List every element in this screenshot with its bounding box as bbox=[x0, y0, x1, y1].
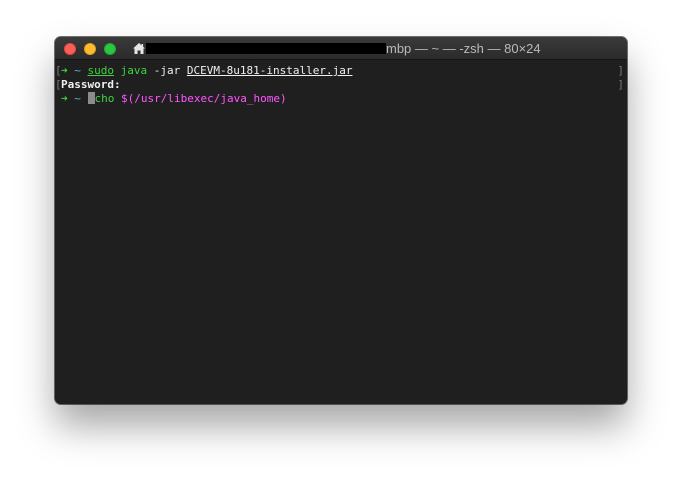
window-titlebar[interactable]: mbp — ~ — -zsh — 80×24 bbox=[55, 37, 627, 60]
prompt-arrow: ➜ bbox=[61, 92, 68, 105]
command-java: java bbox=[120, 64, 148, 77]
prompt-directory: ~ bbox=[74, 92, 81, 105]
terminal-line-1: [ ➜ ~ sudo java -jar DCEVM-8u181-install… bbox=[55, 64, 627, 78]
terminal-line-3[interactable]: ➜ ~ cho $(/usr/libexec/java_home) bbox=[55, 92, 627, 106]
window-title: mbp — ~ — -zsh — 80×24 bbox=[386, 41, 541, 56]
prompt-directory: ~ bbox=[74, 64, 81, 77]
argument-jar-file: DCEVM-8u181-installer.jar bbox=[186, 64, 353, 77]
terminal-line-content: ➜ ~ sudo java -jar DCEVM-8u181-installer… bbox=[61, 64, 352, 78]
home-icon bbox=[133, 43, 145, 54]
terminal-window: mbp — ~ — -zsh — 80×24 [ ➜ ~ sudo java -… bbox=[55, 37, 627, 404]
terminal-content[interactable]: [ ➜ ~ sudo java -jar DCEVM-8u181-install… bbox=[55, 61, 627, 404]
prompt-arrow: ➜ bbox=[61, 64, 68, 77]
substitution-dollar: $ bbox=[121, 92, 128, 105]
argument-jar-flag: -jar bbox=[153, 64, 181, 77]
text-cursor bbox=[87, 92, 95, 104]
command-echo-rest: cho bbox=[94, 92, 115, 105]
zoom-button[interactable] bbox=[104, 43, 116, 55]
password-prompt: Password: bbox=[61, 78, 121, 91]
command-sudo: sudo bbox=[87, 64, 115, 77]
line-mark-right: ] bbox=[617, 64, 624, 77]
terminal-line-2: [ Password: ] bbox=[55, 78, 627, 92]
substitution-path: (/usr/libexec/java_home) bbox=[127, 92, 287, 105]
line-mark-right: ] bbox=[617, 78, 624, 91]
terminal-line-content: ➜ ~ cho $(/usr/libexec/java_home) bbox=[61, 92, 287, 106]
minimize-button[interactable] bbox=[84, 43, 96, 55]
close-button[interactable] bbox=[64, 43, 76, 55]
title-redaction bbox=[146, 43, 386, 54]
